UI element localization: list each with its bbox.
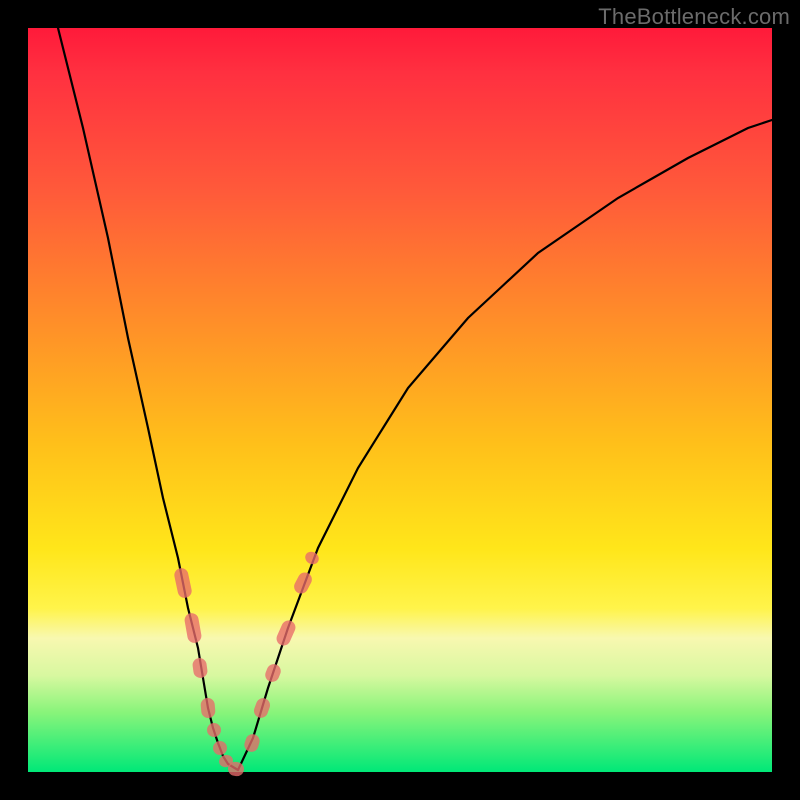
bead-segment: [263, 662, 283, 684]
bead-segment: [192, 657, 209, 679]
bead-segment: [207, 723, 222, 738]
bead-segment: [243, 732, 262, 753]
right-curve: [238, 120, 772, 770]
bead-segment: [200, 697, 216, 718]
left-curve: [58, 28, 238, 770]
bead-group: [173, 549, 321, 777]
curves-svg: [28, 28, 772, 772]
bead-segment: [252, 696, 272, 720]
bead-segment: [303, 549, 321, 566]
bead-segment: [213, 741, 228, 756]
bead-segment: [173, 567, 193, 599]
plot-area: [28, 28, 772, 772]
watermark-text: TheBottleneck.com: [598, 4, 790, 30]
bead-segment: [274, 618, 297, 647]
bead-segment: [292, 570, 315, 596]
bead-segment: [184, 612, 203, 644]
